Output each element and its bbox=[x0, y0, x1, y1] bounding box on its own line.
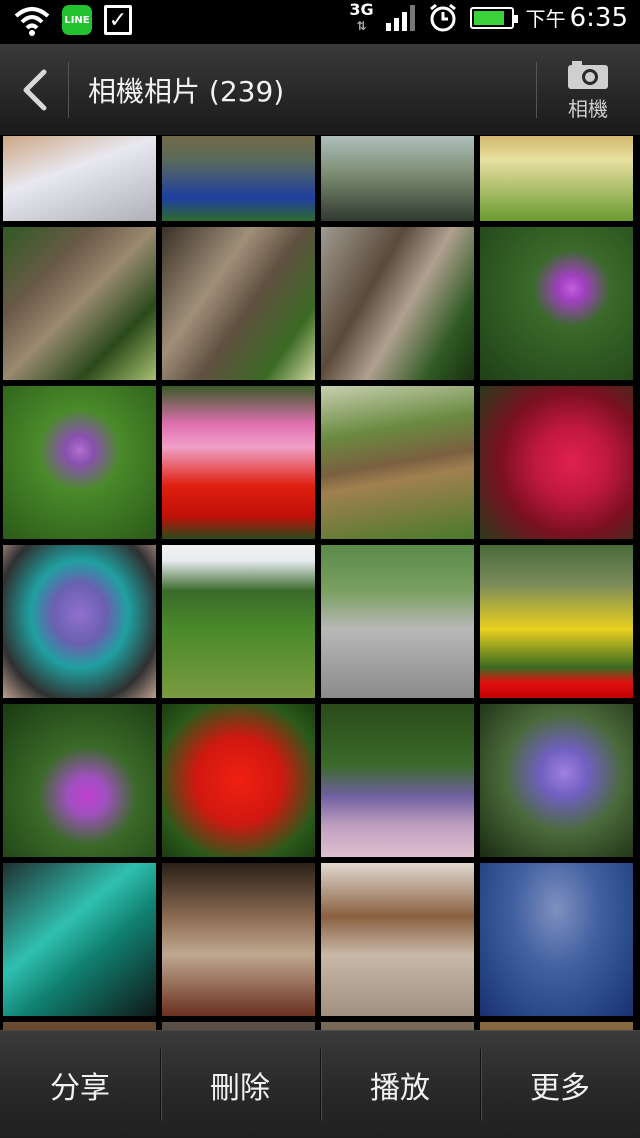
photo-tree-trunk-2[interactable] bbox=[161, 226, 316, 381]
photo-partial-1[interactable] bbox=[2, 1021, 157, 1030]
back-divider bbox=[68, 62, 69, 118]
network-type: 3G bbox=[349, 0, 374, 19]
photo-purple-iris[interactable] bbox=[2, 385, 157, 540]
photo-hotel-lobby-2[interactable] bbox=[320, 862, 475, 1017]
camera-icon bbox=[568, 60, 608, 89]
notification-icons: LINE ✓ bbox=[14, 4, 132, 36]
line-app-icon: LINE bbox=[62, 5, 92, 35]
clock-ampm: 下午 bbox=[525, 7, 566, 31]
bottom-toolbar: 分享 刪除 播放 更多 bbox=[0, 1030, 640, 1138]
network-3g-icon: 3G ⇅ bbox=[349, 2, 373, 34]
photo-restaurant-table[interactable] bbox=[479, 136, 634, 222]
camera-label: 相機 bbox=[568, 96, 608, 121]
play-button[interactable]: 播放 bbox=[320, 1031, 480, 1138]
photo-blue-tiles[interactable] bbox=[479, 862, 634, 1017]
photo-purple-orchid-bush[interactable] bbox=[320, 703, 475, 858]
photo-hotel-lobby-1[interactable] bbox=[161, 862, 316, 1017]
photo-partial-2[interactable] bbox=[161, 1021, 316, 1030]
delete-button[interactable]: 刪除 bbox=[160, 1031, 320, 1138]
photo-people-table[interactable] bbox=[2, 136, 157, 222]
clock: 下午 6:35 bbox=[526, 3, 628, 33]
photo-pink-lily[interactable] bbox=[479, 226, 634, 381]
photo-purple-flowers-leaves[interactable] bbox=[2, 703, 157, 858]
photo-trees-path[interactable] bbox=[320, 385, 475, 540]
photo-red-pink-flowers[interactable] bbox=[161, 385, 316, 540]
photo-owl-shirt[interactable] bbox=[2, 544, 157, 699]
battery-level bbox=[473, 11, 504, 25]
back-button[interactable] bbox=[0, 44, 68, 136]
photo-tree-trunk-3[interactable] bbox=[320, 226, 475, 381]
checklist-icon: ✓ bbox=[104, 5, 132, 35]
more-button[interactable]: 更多 bbox=[480, 1031, 640, 1138]
photo-red-impatiens[interactable] bbox=[161, 703, 316, 858]
photo-green-lights-mall[interactable] bbox=[2, 862, 157, 1017]
action-bar: 相機相片 (239) 相機 bbox=[0, 44, 640, 136]
system-icons: 3G ⇅ 下午 6:35 bbox=[349, 2, 628, 34]
photo-parking-lot[interactable] bbox=[320, 544, 475, 699]
photo-glass-table[interactable] bbox=[320, 136, 475, 222]
data-arrows-icon: ⇅ bbox=[356, 19, 367, 33]
status-bar: LINE ✓ 3G ⇅ 下午 6:35 bbox=[0, 0, 640, 44]
share-button[interactable]: 分享 bbox=[0, 1031, 160, 1138]
photo-people-pavilion[interactable] bbox=[161, 136, 316, 222]
photo-partial-4[interactable] bbox=[479, 1021, 634, 1030]
photo-yellow-daisies[interactable] bbox=[479, 544, 634, 699]
photo-park-lawn[interactable] bbox=[161, 544, 316, 699]
camera-button[interactable]: 相機 bbox=[536, 44, 640, 136]
battery-icon bbox=[469, 7, 518, 29]
photo-grid[interactable] bbox=[0, 136, 640, 1030]
alarm-icon bbox=[429, 3, 456, 32]
signal-icon bbox=[385, 5, 415, 31]
photo-purple-orchids[interactable] bbox=[479, 703, 634, 858]
wifi-icon bbox=[14, 7, 50, 36]
page-title: 相機相片 (239) bbox=[88, 75, 285, 108]
photo-tree-trunk-1[interactable] bbox=[2, 226, 157, 381]
photo-partial-3[interactable] bbox=[320, 1021, 475, 1030]
chevron-left-icon bbox=[23, 69, 47, 111]
photo-red-azalea[interactable] bbox=[479, 385, 634, 540]
clock-time: 6:35 bbox=[569, 3, 628, 33]
